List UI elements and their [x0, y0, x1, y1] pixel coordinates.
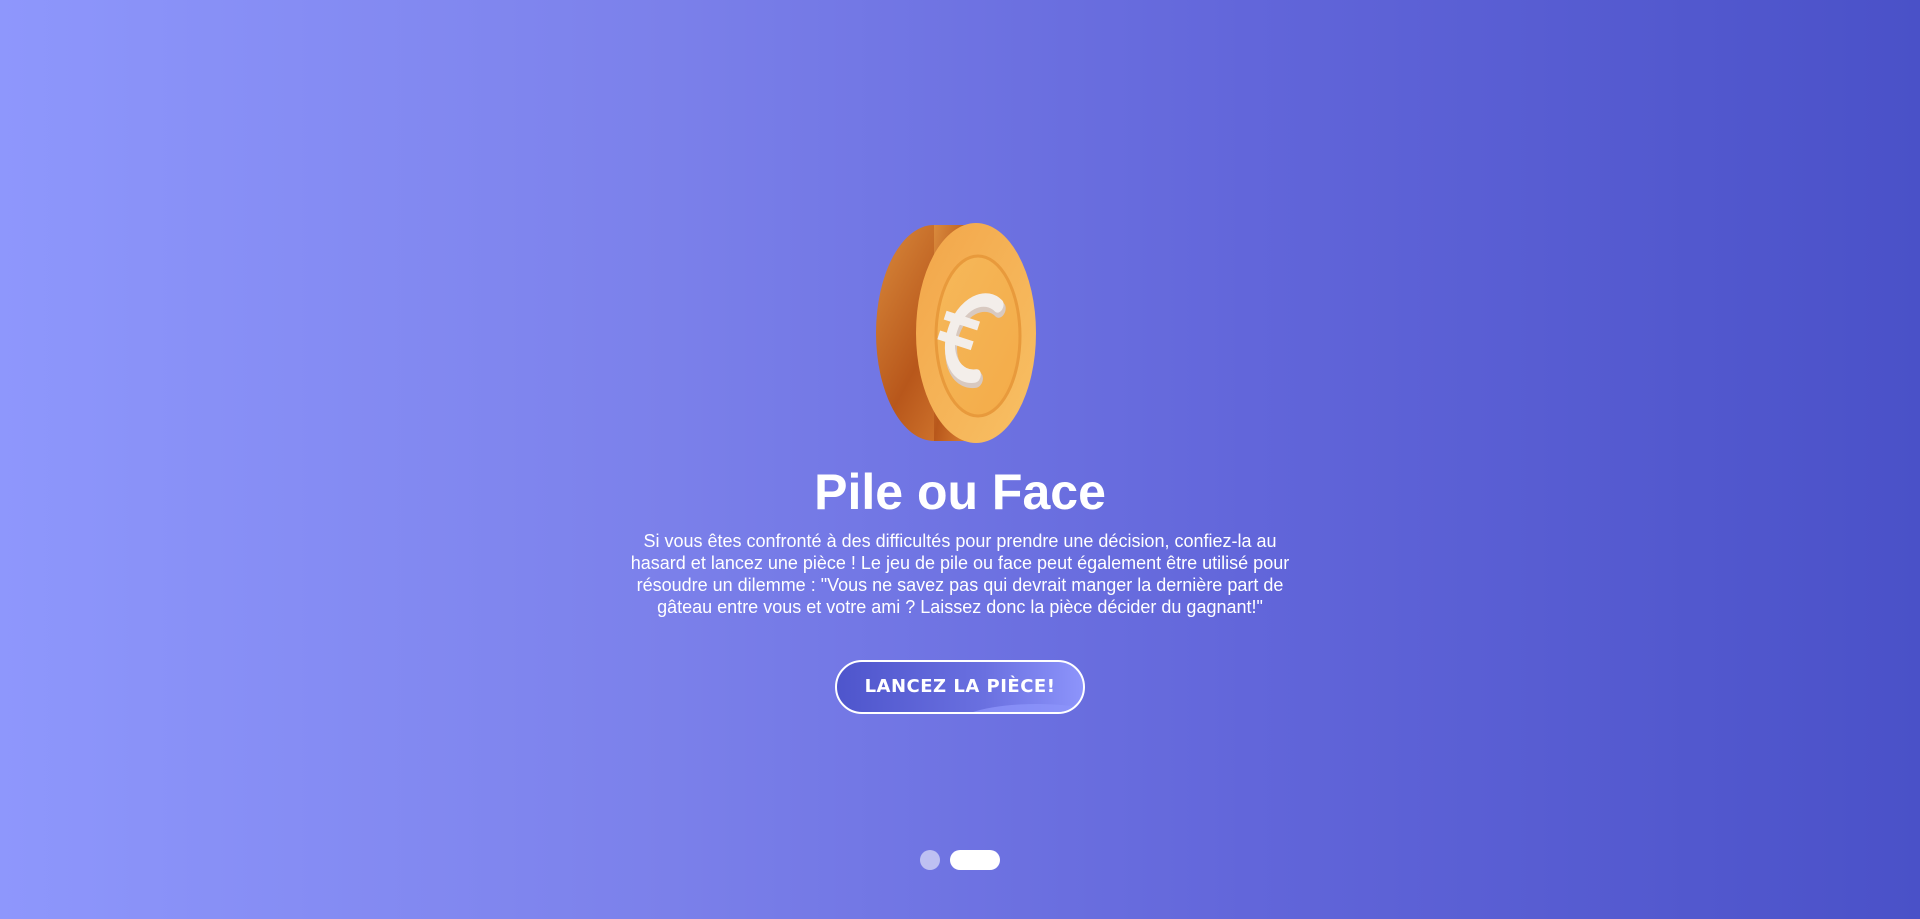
description-text: Si vous êtes confronté à des difficultés… — [630, 531, 1290, 617]
euro-coin-icon — [872, 216, 1044, 446]
slide-pagination — [920, 850, 1000, 870]
flip-coin-button-label: LANCEZ LA PIÈCE! — [864, 676, 1056, 697]
pagination-dot-1[interactable] — [920, 850, 940, 870]
page-title: Pile ou Face — [814, 464, 1106, 520]
pagination-dot-2-active[interactable] — [950, 850, 1000, 870]
flip-coin-button[interactable]: LANCEZ LA PIÈCE! — [835, 660, 1085, 714]
hero-section: Pile ou Face Si vous êtes confronté à de… — [0, 0, 1920, 919]
